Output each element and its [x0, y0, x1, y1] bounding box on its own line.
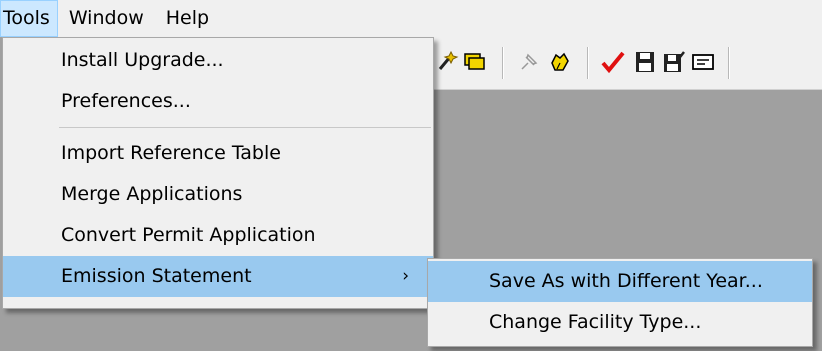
toolbar	[432, 37, 822, 90]
submenu-arrow-icon: ›	[402, 266, 409, 286]
emission-statement-submenu: Save As with Different Year... Change Fa…	[427, 258, 813, 347]
menu-window[interactable]: Window	[58, 0, 155, 37]
menu-tools[interactable]: Tools	[0, 0, 58, 37]
menu-item-preferences[interactable]: Preferences...	[3, 81, 433, 122]
floppy-disk-icon[interactable]	[632, 49, 658, 75]
menu-item-change-facility-type[interactable]: Change Facility Type...	[428, 302, 812, 343]
hand-icon[interactable]	[546, 49, 572, 75]
menu-help[interactable]: Help	[155, 0, 220, 37]
checkmark-icon[interactable]	[600, 49, 626, 75]
menu-separator	[59, 127, 431, 128]
pushpin-icon[interactable]	[516, 49, 542, 75]
menu-item-emission-statement[interactable]: Emission Statement ›	[3, 256, 433, 297]
message-icon[interactable]	[690, 49, 716, 75]
menu-item-import-reference-table[interactable]: Import Reference Table	[3, 133, 433, 174]
floppy-edit-icon[interactable]	[660, 49, 686, 75]
folders-icon[interactable]	[462, 49, 488, 75]
menu-item-merge-applications[interactable]: Merge Applications	[3, 174, 433, 215]
emission-statement-label: Emission Statement	[61, 265, 252, 287]
menu-bar: Tools Window Help	[0, 0, 822, 37]
tools-menu: Install Upgrade... Preferences... Import…	[2, 37, 434, 309]
wand-icon[interactable]	[434, 49, 460, 75]
menu-item-install-upgrade[interactable]: Install Upgrade...	[3, 40, 433, 81]
menu-item-save-as-different-year[interactable]: Save As with Different Year...	[428, 261, 812, 302]
menu-item-convert-permit-application[interactable]: Convert Permit Application	[3, 215, 433, 256]
